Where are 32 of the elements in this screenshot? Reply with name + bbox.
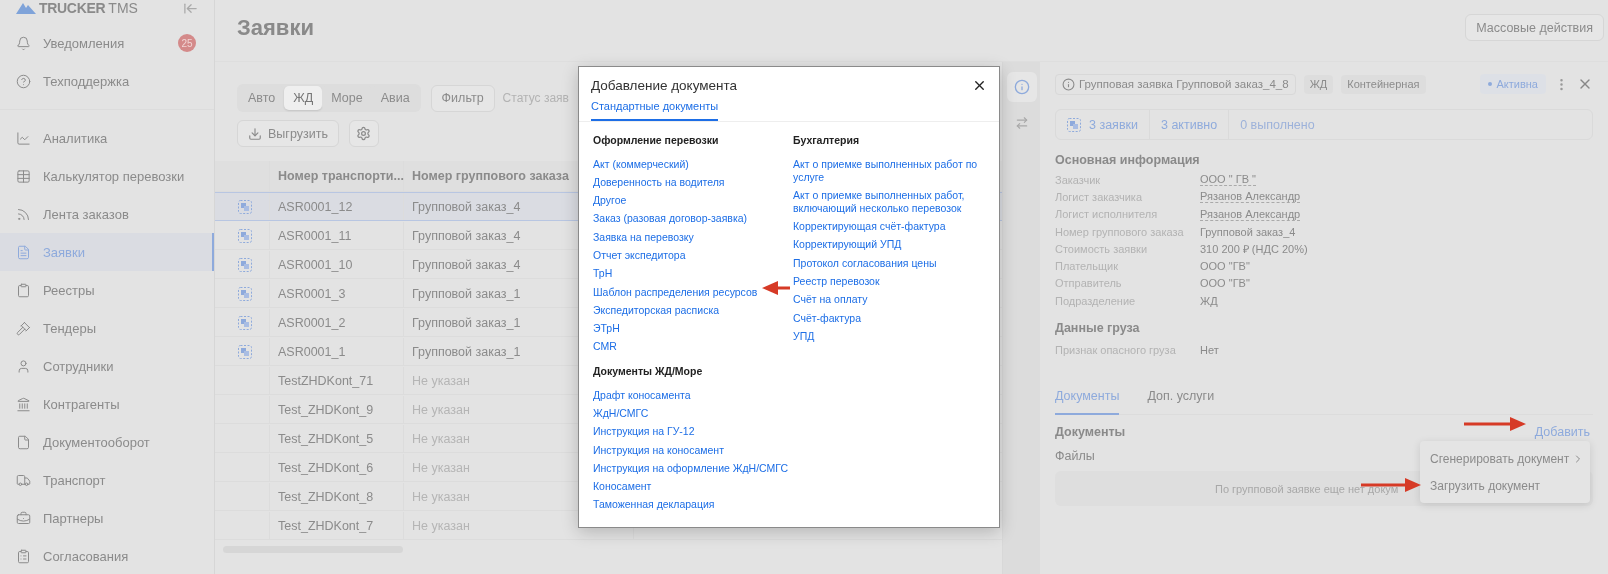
logo: TRUCKER TMS <box>16 0 138 16</box>
section-title: Бухгалтерия <box>793 134 861 146</box>
table-cell: Test_ZHDKont_8 <box>270 483 404 510</box>
table-cell: ASR0001_11 <box>270 222 404 249</box>
files-label: Файлы <box>1055 449 1095 464</box>
field-value: Нет <box>1200 344 1219 357</box>
section-title: Оформление перевозки <box>593 134 720 146</box>
field-value: ООО "ГВ" <box>1200 277 1250 290</box>
table-cell: ASR0001_10 <box>270 251 404 278</box>
request-title: Групповая заявка Групповой заказ_4_8 <box>1055 73 1296 95</box>
field-value: 310 200 ₽ (НДС 20%) <box>1200 242 1308 257</box>
field-value: ООО "ГВ" <box>1200 260 1250 273</box>
page-title: Заявки <box>237 14 314 41</box>
table-cell: ASR0001_1 <box>270 338 404 365</box>
table-cell: ASR0001_3 <box>270 280 404 307</box>
table-cell: Test_ZHDKont_9 <box>270 396 404 423</box>
table-cell: Test_ZHDKont_7 <box>270 512 404 539</box>
section-title: Основная информация <box>1055 153 1201 167</box>
section-title: Данные груза <box>1055 321 1141 336</box>
tag: Контейнерная <box>1341 74 1426 94</box>
status-badge: Активна <box>1479 74 1546 94</box>
field-value: Групповой заказ_4 <box>1200 225 1296 238</box>
table-cell: ASR0001_12 <box>270 193 404 220</box>
table-cell: TestZHDKont_71 <box>270 367 404 394</box>
table-cell: Test_ZHDKont_5 <box>270 425 404 452</box>
tag: ЖД <box>1303 74 1334 94</box>
table-cell: Test_ZHDKont_6 <box>270 454 404 481</box>
table-cell: ASR0001_2 <box>270 309 404 336</box>
field-value: ЖД <box>1200 294 1218 307</box>
notification-badge: 25 <box>178 34 196 52</box>
dialog-title: Добавление документа <box>591 77 738 93</box>
section-title: Документы <box>1055 425 1126 440</box>
